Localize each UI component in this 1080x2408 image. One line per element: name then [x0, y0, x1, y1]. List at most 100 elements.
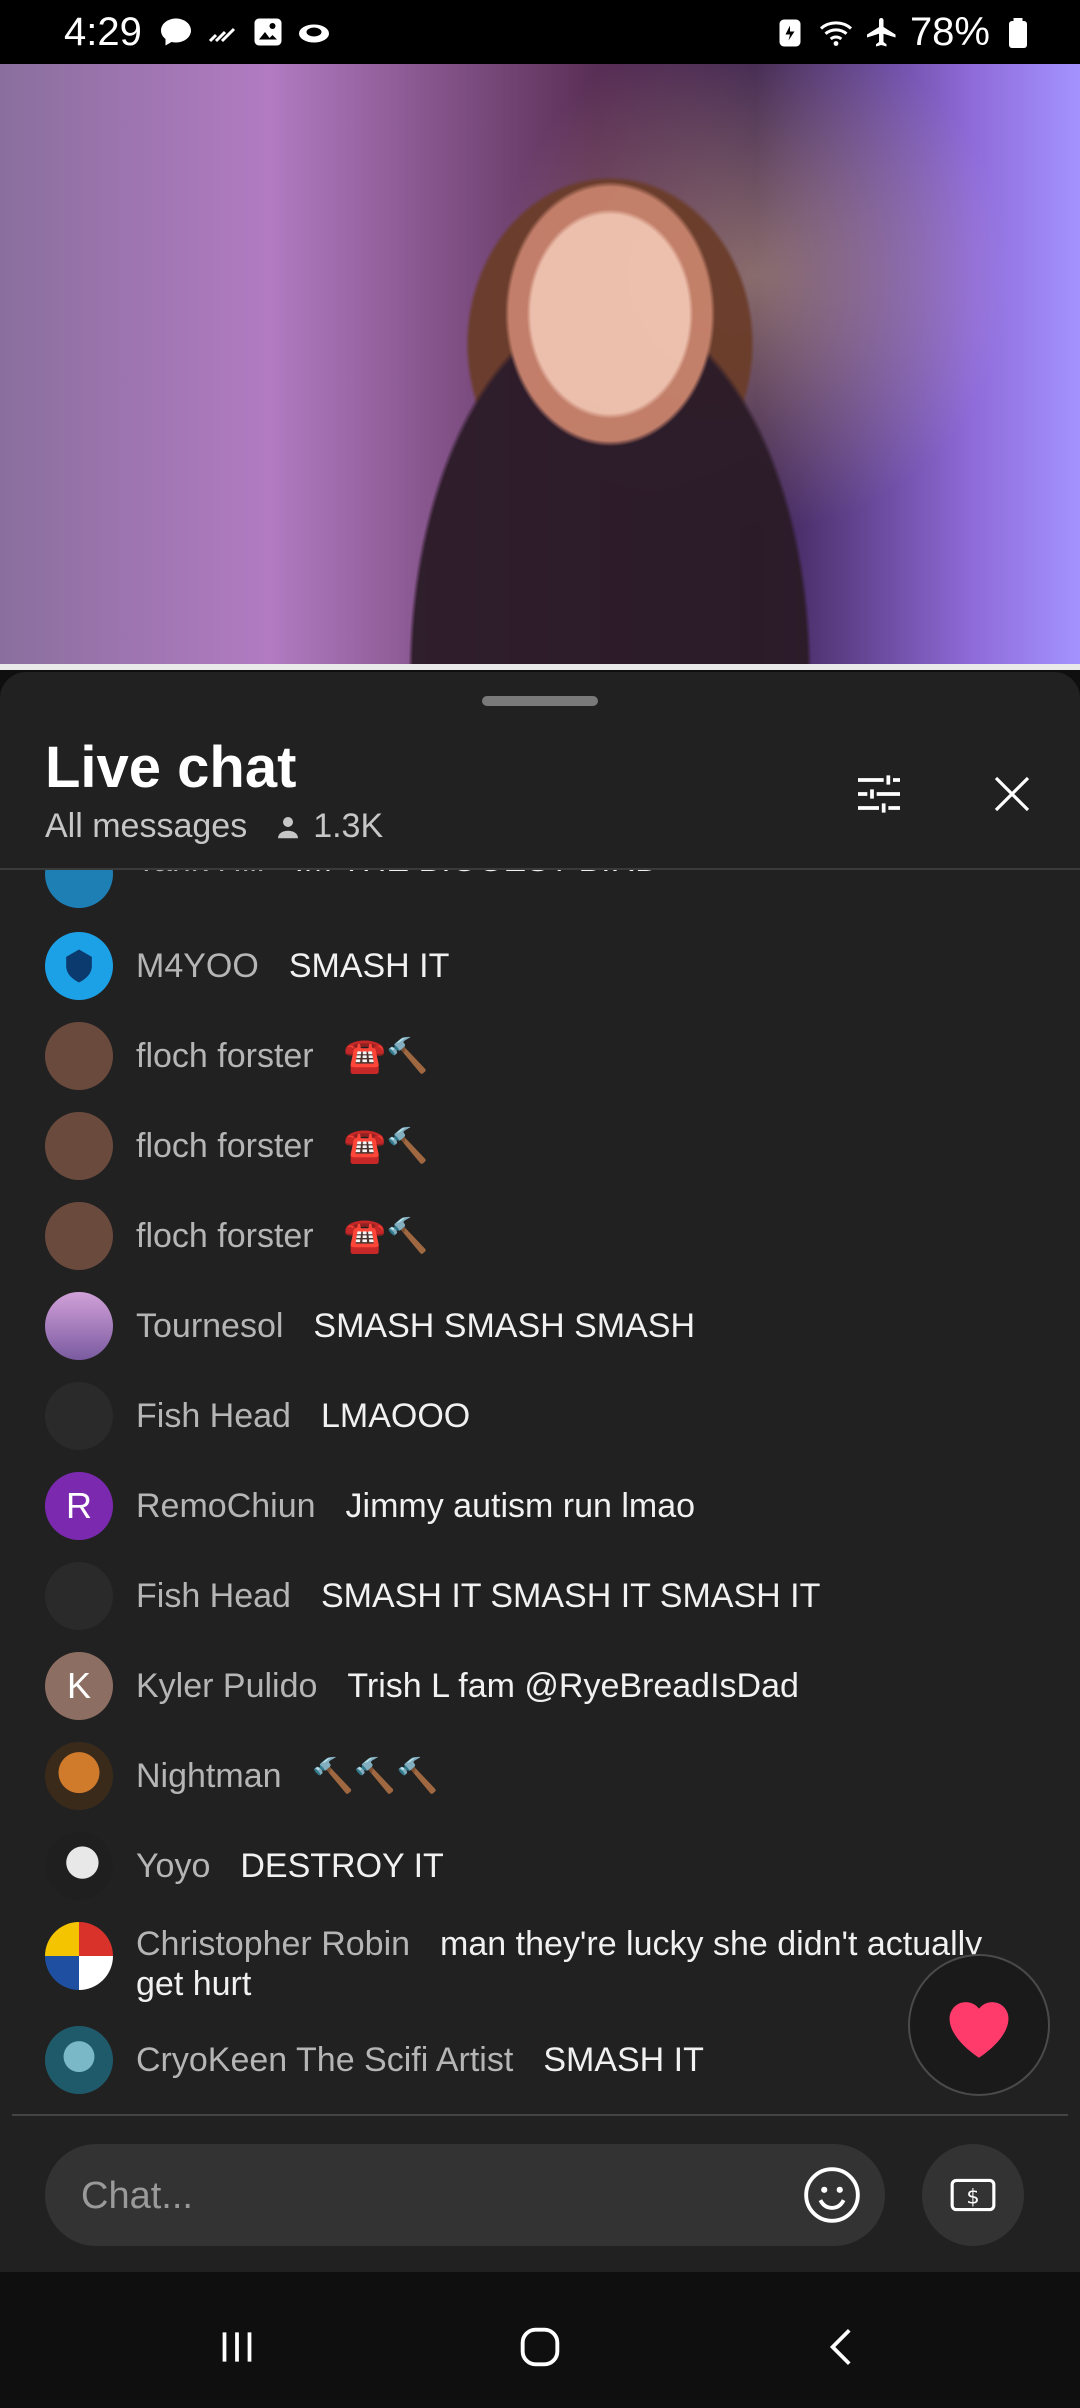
home-icon: [520, 2327, 560, 2367]
message-body: SMASH IT: [288, 947, 450, 985]
avatar[interactable]: [45, 1832, 113, 1900]
super-chat-button[interactable]: $: [922, 2144, 1024, 2246]
video-progress-bar[interactable]: [0, 664, 1080, 670]
signal-dashes-icon: [208, 27, 236, 43]
avatar[interactable]: [45, 1202, 113, 1270]
message-text: floch forster ☎️🔨: [136, 1216, 996, 1256]
message-text: Christopher Robin man they're lucky she d…: [136, 1924, 996, 2004]
chat-subtitle: All messages 1.3K: [45, 807, 383, 846]
message-author[interactable]: CryoKeen The Scifi Artist: [136, 2041, 513, 2079]
cloud-icon: [299, 24, 329, 43]
close-button[interactable]: [982, 764, 1042, 824]
filter-button[interactable]: [849, 764, 909, 824]
chat-header: Live chat All messages 1.3K: [0, 672, 1080, 870]
recent-apps-icon: [222, 2332, 252, 2362]
heart-icon: [949, 2002, 1009, 2058]
viewer-count: 1.3K: [273, 807, 383, 846]
viewer-count-value: 1.3K: [313, 807, 384, 845]
message-body: SMASH IT SMASH IT SMASH IT: [320, 1577, 821, 1615]
avatar[interactable]: [45, 932, 113, 1000]
message-author[interactable]: Fish Head: [136, 1577, 291, 1615]
message-author[interactable]: floch forster: [136, 1217, 314, 1255]
status-left-icons: [158, 14, 332, 50]
message-body: LMAOOO: [320, 1397, 471, 1435]
footer-divider: [12, 2114, 1068, 2116]
message-body: ☎️🔨: [343, 1127, 429, 1165]
home-button[interactable]: [505, 2312, 575, 2382]
avatar[interactable]: [45, 1922, 113, 1990]
avatar[interactable]: [45, 2026, 113, 2094]
avatar[interactable]: K: [45, 1652, 113, 1720]
avatar[interactable]: [45, 1382, 113, 1450]
avatar[interactable]: [45, 1562, 113, 1630]
message-author[interactable]: floch forster: [136, 1037, 314, 1075]
message-text: Nightman 🔨🔨🔨: [136, 1756, 996, 1796]
avatar[interactable]: [45, 870, 113, 908]
status-bar: 4:29 78%: [0, 0, 1080, 64]
airplane-icon: [866, 17, 896, 46]
message-body: SMASH IT: [543, 2041, 704, 2079]
message-text: Fish Head SMASH IT SMASH IT SMASH IT: [136, 1576, 996, 1616]
battery-percentage: 78%: [909, 10, 990, 54]
avatar[interactable]: R: [45, 1472, 113, 1540]
emoji-button[interactable]: [801, 2164, 863, 2226]
message-author[interactable]: Fish Head: [136, 1397, 291, 1435]
battery-icon: [1009, 17, 1027, 48]
message-text: Kyler Pulido Trish L fam @RyeBreadIsDad: [136, 1666, 996, 1706]
status-time: 4:29: [64, 10, 142, 54]
message-author[interactable]: Nightman: [136, 1757, 282, 1795]
person-icon: [278, 816, 299, 838]
back-icon: [829, 2329, 851, 2365]
recent-apps-button[interactable]: [202, 2312, 272, 2382]
message-text: Yoyo DESTROY IT: [136, 1846, 996, 1886]
message-body: DESTROY IT: [240, 1847, 444, 1885]
money-icon: $: [950, 2178, 996, 2212]
avatar[interactable]: [45, 1022, 113, 1090]
message-body: 🔨🔨🔨: [311, 1757, 439, 1795]
message-author[interactable]: Tank Hill: [136, 870, 264, 879]
message-text: M4YOO SMASH IT: [136, 946, 996, 986]
message-author[interactable]: Tournesol: [136, 1307, 283, 1345]
gallery-icon: [254, 18, 282, 46]
avatar[interactable]: [45, 1742, 113, 1810]
message-filter-label[interactable]: All messages: [45, 807, 247, 846]
message-author[interactable]: Yoyo: [136, 1847, 210, 1885]
sliders-icon: [858, 775, 900, 813]
back-button[interactable]: [808, 2312, 878, 2382]
video-player[interactable]: [0, 64, 1080, 668]
message-text: Tank Hill IM THE BIGGEST BIRD: [136, 870, 996, 880]
chat-messages: Tank Hill IM THE BIGGEST BIRD M4YOO SMASH …: [0, 870, 1080, 2170]
message-body: SMASH SMASH SMASH: [313, 1307, 696, 1345]
message-text: CryoKeen The Scifi Artist SMASH IT: [136, 2040, 996, 2080]
system-navbar: [0, 2272, 1080, 2408]
smiley-icon: [804, 2167, 860, 2223]
message-body: ☎️🔨: [343, 1217, 429, 1255]
avatar[interactable]: [45, 1292, 113, 1360]
chat-input-container: [45, 2144, 885, 2248]
message-body: Trish L fam @RyeBreadIsDad: [347, 1667, 799, 1705]
chat-bubble-icon: [161, 18, 191, 46]
message-text: Fish Head LMAOOO: [136, 1396, 996, 1436]
status-right-icons: 78%: [772, 10, 1036, 55]
message-text: Tournesol SMASH SMASH SMASH: [136, 1306, 996, 1346]
video-frame: [300, 104, 920, 668]
message-author[interactable]: M4YOO: [136, 947, 259, 985]
message-author[interactable]: Kyler Pulido: [136, 1667, 317, 1705]
wifi-icon: [819, 20, 852, 46]
close-icon: [994, 776, 1030, 812]
avatar-letter: K: [66, 1665, 91, 1706]
live-chat-panel: Live chat All messages 1.3K Tank Hill IM …: [0, 672, 1080, 2408]
message-body: ☎️🔨: [343, 1037, 429, 1075]
message-text: floch forster ☎️🔨: [136, 1126, 996, 1166]
message-text: floch forster ☎️🔨: [136, 1036, 996, 1076]
message-body: Jimmy autism run lmao: [345, 1487, 696, 1525]
message-author[interactable]: Christopher Robin: [136, 1925, 410, 1963]
message-body: IM THE BIGGEST BIRD: [294, 870, 659, 879]
message-author[interactable]: RemoChiun: [136, 1487, 316, 1525]
svg-text:$: $: [966, 2184, 979, 2208]
avatar[interactable]: [45, 1112, 113, 1180]
message-author[interactable]: floch forster: [136, 1127, 314, 1165]
chat-input[interactable]: [79, 2144, 783, 2248]
battery-saver-icon: [779, 19, 801, 46]
heart-reaction-button[interactable]: [908, 1954, 1050, 2096]
